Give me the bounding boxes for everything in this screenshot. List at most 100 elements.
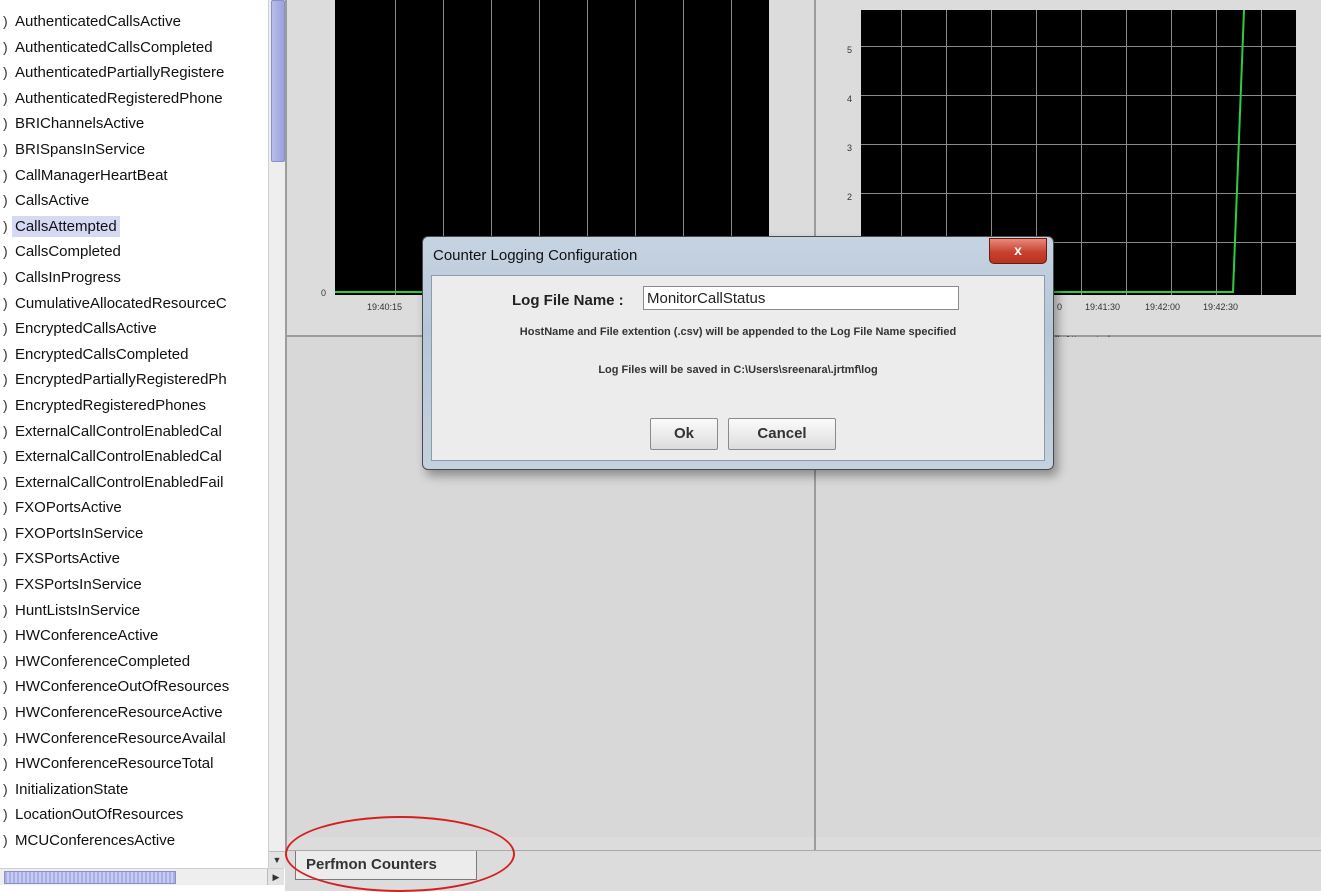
counter-list-item[interactable]: ) HWConferenceActive <box>0 623 268 649</box>
counter-list-item[interactable]: ) AuthenticatedPartiallyRegistere <box>0 60 268 86</box>
counter-list-item[interactable]: ) InitializationState <box>0 777 268 803</box>
append-info-text: HostName and File extention (.csv) will … <box>519 326 957 338</box>
counter-list-item[interactable]: ) ExternalCallControlEnabledCal <box>0 444 268 470</box>
tree-branch-icon: ) <box>3 729 8 746</box>
counter-list-item[interactable]: ) EncryptedPartiallyRegisteredPh <box>0 367 268 393</box>
counter-label: AuthenticatedPartiallyRegistere <box>15 64 225 82</box>
counter-list-item[interactable]: ) HWConferenceResourceAvailal <box>0 726 268 752</box>
counter-list-item[interactable]: ) CumulativeAllocatedResourceC <box>0 291 268 317</box>
cancel-button[interactable]: Cancel <box>728 418 836 450</box>
tree-branch-icon: ) <box>3 448 8 465</box>
tree-branch-icon: ) <box>3 524 8 541</box>
counter-list-item[interactable]: ) BRISpansInService <box>0 137 268 163</box>
counter-label: FXSPortsActive <box>15 550 121 568</box>
tree-branch-icon: ) <box>3 627 8 644</box>
counter-list-item[interactable]: ) HuntListsInService <box>0 598 268 624</box>
counter-list-item[interactable]: ) AuthenticatedCallsCompleted <box>0 35 268 61</box>
counter-list-item[interactable]: ) AuthenticatedRegisteredPhone <box>0 86 268 112</box>
tree-branch-icon: ) <box>3 64 8 81</box>
tree-branch-icon: ) <box>3 806 8 823</box>
tree-branch-icon: ) <box>3 217 8 234</box>
counter-label: EncryptedCallsActive <box>15 320 157 338</box>
tree-branch-icon: ) <box>3 38 8 55</box>
tree-branch-icon: ) <box>3 192 8 209</box>
counter-label: HWConferenceOutOfResources <box>15 678 230 696</box>
counter-list-item[interactable]: ) HWConferenceOutOfResources <box>0 674 268 700</box>
counter-label: AuthenticatedRegisteredPhone <box>15 89 223 107</box>
counter-list-item[interactable]: ) EncryptedRegisteredPhones <box>0 393 268 419</box>
tree-branch-icon: ) <box>3 140 8 157</box>
tree-branch-icon: ) <box>3 704 8 721</box>
y-tick-label: 4 <box>847 94 853 104</box>
counter-label: HWConferenceActive <box>15 627 159 645</box>
counter-label: CallManagerHeartBeat <box>15 166 168 184</box>
counter-list-item[interactable]: ) MCUConferencesActive <box>0 828 268 854</box>
tree-branch-icon: ) <box>3 652 8 669</box>
tree-branch-icon: ) <box>3 601 8 618</box>
counter-list-item[interactable]: ) FXSPortsActive <box>0 546 268 572</box>
counter-list-item[interactable]: ) CallsAttempted <box>0 214 268 240</box>
counter-label: ExternalCallControlEnabledCal <box>15 448 222 466</box>
y-tick-label: 0 <box>321 288 327 298</box>
close-icon[interactable]: x <box>989 238 1047 264</box>
counter-list-item[interactable]: ) CallsInProgress <box>0 265 268 291</box>
counter-label: HWConferenceResourceActive <box>15 704 223 722</box>
tree-branch-icon: ) <box>3 780 8 797</box>
counter-label: EncryptedCallsCompleted <box>15 345 189 363</box>
counter-list-item[interactable]: ) EncryptedCallsActive <box>0 316 268 342</box>
counter-label: LocationOutOfResources <box>15 806 184 824</box>
tree-branch-icon: ) <box>3 678 8 695</box>
counter-list-item[interactable]: ) LocationOutOfResources <box>0 802 268 828</box>
counter-list-item[interactable]: ) HWConferenceResourceActive <box>0 700 268 726</box>
x-tick-label: 19:41:30 <box>1085 302 1121 312</box>
counter-list-item[interactable]: ) FXOPortsActive <box>0 495 268 521</box>
horizontal-scrollbar[interactable]: ▶ <box>0 868 284 885</box>
counter-list-item[interactable]: ) ExternalCallControlEnabledFail <box>0 470 268 496</box>
counter-list-item[interactable]: ) HWConferenceResourceTotal <box>0 751 268 777</box>
counter-label: FXSPortsInService <box>15 576 142 594</box>
tree-branch-icon: ) <box>3 396 8 413</box>
counter-list-item[interactable]: ) CallsActive <box>0 188 268 214</box>
counter-label: InitializationState <box>15 780 129 798</box>
tree-branch-icon: ) <box>3 755 8 772</box>
dialog-body: Log File Name : HostName and File extent… <box>431 275 1045 461</box>
counter-label: CallsActive <box>15 192 90 210</box>
counter-list-item[interactable]: ) EncryptedCallsCompleted <box>0 342 268 368</box>
counter-list-item[interactable]: ) CallsCompleted <box>0 239 268 265</box>
counter-label: HuntListsInService <box>15 601 141 619</box>
tree-branch-icon: ) <box>3 13 8 29</box>
counter-label: CallsCompleted <box>15 243 121 261</box>
counter-list-item[interactable]: ) AuthenticatedCallsActive <box>0 9 268 35</box>
counter-label: HWConferenceResourceAvailal <box>15 729 226 747</box>
tree-branch-icon: ) <box>3 345 8 362</box>
counter-label: ExternalCallControlEnabledCal <box>15 422 222 440</box>
tree-branch-icon: ) <box>3 576 8 593</box>
x-tick-label: 19:42:30 <box>1203 302 1239 312</box>
tree-branch-icon: ) <box>3 550 8 567</box>
tree-branch-icon: ) <box>3 243 8 260</box>
horizontal-scroll-thumb[interactable] <box>4 871 176 884</box>
counter-label: CallsAttempted <box>12 215 120 237</box>
tree-branch-icon: ) <box>3 422 8 439</box>
vertical-scroll-thumb[interactable] <box>271 0 285 162</box>
counter-list-item[interactable]: ) FXSPortsInService <box>0 572 268 598</box>
x-tick-label: 0 <box>1057 302 1063 312</box>
counter-list-item[interactable]: ) BRIChannelsActive <box>0 111 268 137</box>
tree-branch-icon: ) <box>3 473 8 490</box>
counter-list-item[interactable]: ) HWConferenceCompleted <box>0 649 268 675</box>
scroll-right-arrow-icon[interactable]: ▶ <box>267 869 284 885</box>
counter-list-item[interactable]: ) FXOPortsInService <box>0 521 268 547</box>
y-tick-label: 2 <box>847 192 853 202</box>
scroll-down-arrow-icon[interactable]: ▼ <box>269 851 285 868</box>
counter-label: FXOPortsActive <box>15 499 122 517</box>
counter-list-item[interactable]: ) ExternalCallControlEnabledCal <box>0 419 268 445</box>
vertical-scrollbar[interactable]: ▼ <box>268 0 285 868</box>
ok-button[interactable]: Ok <box>650 418 718 450</box>
x-tick-label: 19:42:00 <box>1145 302 1181 312</box>
tree-branch-icon: ) <box>3 268 8 285</box>
counter-list-item[interactable]: ) CallManagerHeartBeat <box>0 163 268 189</box>
grid-line <box>395 0 396 295</box>
counter-label: EncryptedRegisteredPhones <box>15 396 206 414</box>
log-file-name-input[interactable] <box>643 286 959 310</box>
save-location-text: Log Files will be saved in C:\Users\sree… <box>598 364 878 376</box>
